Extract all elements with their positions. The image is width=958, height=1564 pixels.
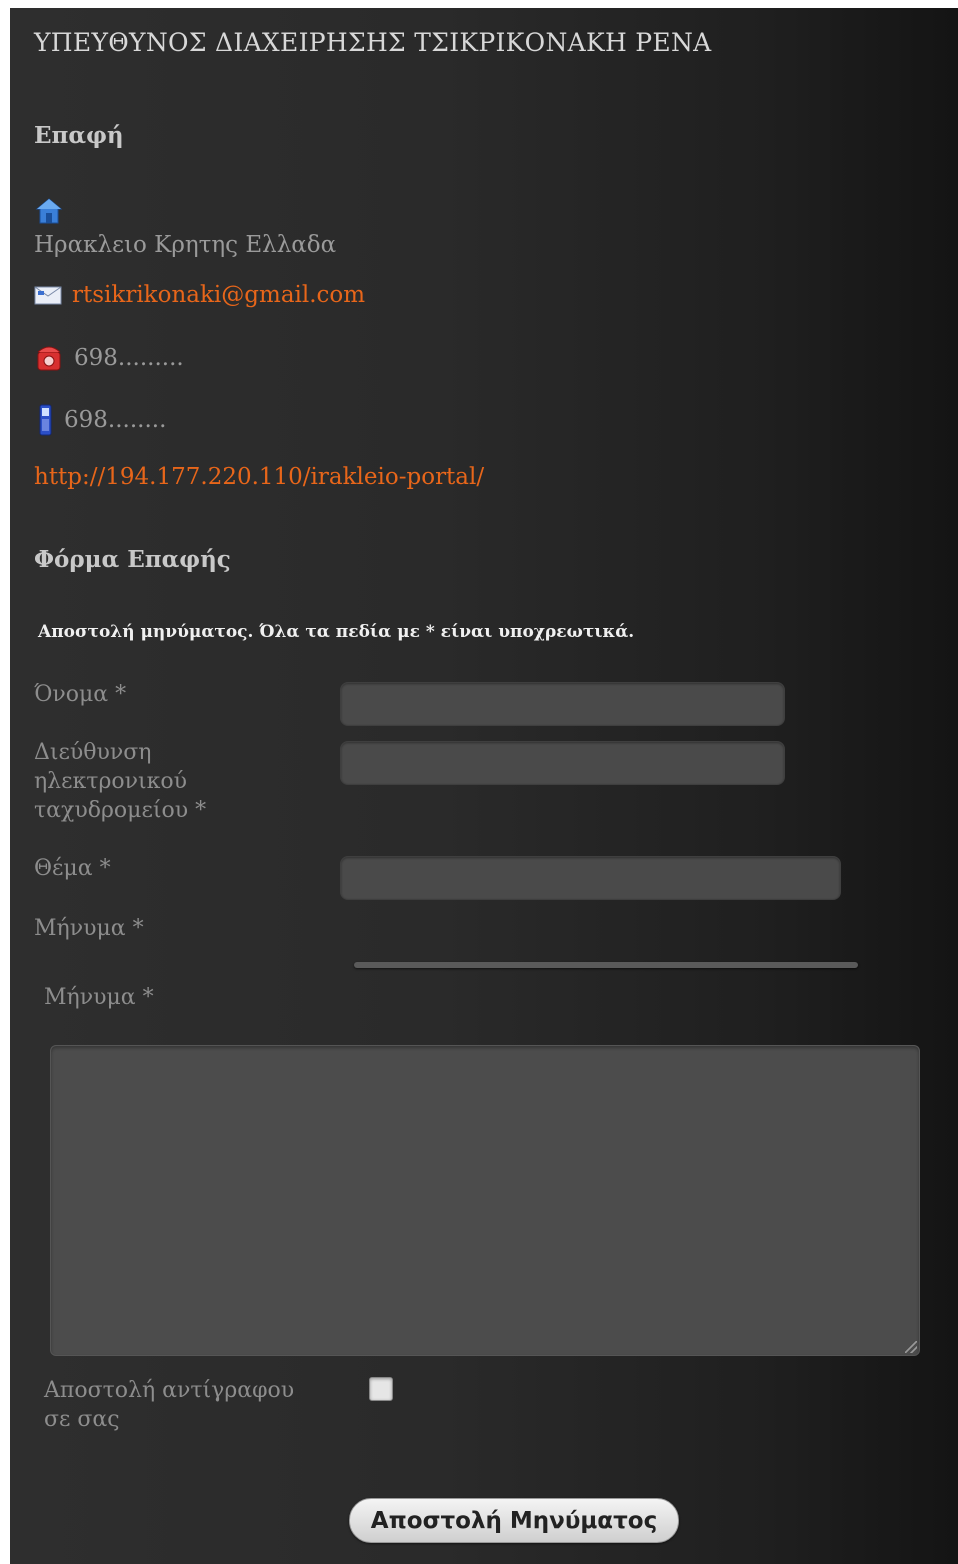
page-title: ΥΠΕΥΘΥΝΟΣ ΔΙΑΧΕΙΡΗΣΗΣ ΤΣΙΚΡΙΚΟΝΑΚΗ ΡΕΝΑ bbox=[34, 28, 712, 57]
name-input[interactable] bbox=[340, 682, 785, 726]
message-textarea[interactable] bbox=[50, 1045, 920, 1356]
contact-heading: Επαφή bbox=[34, 122, 124, 149]
subject-input[interactable] bbox=[340, 856, 841, 900]
phone-text: 698......... bbox=[74, 345, 184, 371]
send-message-button[interactable]: Αποστολή Μηνύματος bbox=[349, 1498, 679, 1543]
email-input[interactable] bbox=[340, 741, 785, 785]
subject-label: Θέμα * bbox=[34, 856, 111, 881]
telephone-icon bbox=[34, 342, 66, 374]
contact-form-heading: Φόρμα Επαφής bbox=[34, 546, 231, 573]
envelope-icon bbox=[34, 284, 64, 306]
address-text: Ηρακλειο Κρητης Ελλαδα bbox=[34, 232, 337, 258]
textarea-edge bbox=[354, 962, 858, 968]
website-link[interactable]: http://194.177.220.110/irakleio-portal/ bbox=[34, 464, 484, 490]
resize-handle[interactable] bbox=[905, 1341, 917, 1353]
required-fields-notice: Αποστολή μηνύματος. Όλα τα πεδία με * εί… bbox=[38, 622, 635, 642]
mobile-text: 698........ bbox=[64, 407, 167, 433]
message-label: Μήνυμα * bbox=[34, 916, 144, 941]
contact-panel: ΥΠΕΥΘΥΝΟΣ ΔΙΑΧΕΙΡΗΣΗΣ ΤΣΙΚΡΙΚΟΝΑΚΗ ΡΕΝΑ … bbox=[10, 8, 958, 1564]
send-copy-label: Αποστολή αντίγραφου σε σας bbox=[44, 1378, 295, 1432]
send-copy-checkbox[interactable] bbox=[369, 1377, 393, 1401]
message-label-repeat: Μήνυμα * bbox=[44, 985, 154, 1010]
email-label: Διεύθυνση ηλεκτρονικού ταχυδρομείου * bbox=[34, 740, 207, 823]
mobile-phone-icon bbox=[34, 404, 56, 436]
name-label: Όνομα * bbox=[34, 682, 127, 707]
email-link[interactable]: rtsikrikonaki@gmail.com bbox=[72, 282, 365, 308]
house-icon bbox=[34, 196, 64, 226]
